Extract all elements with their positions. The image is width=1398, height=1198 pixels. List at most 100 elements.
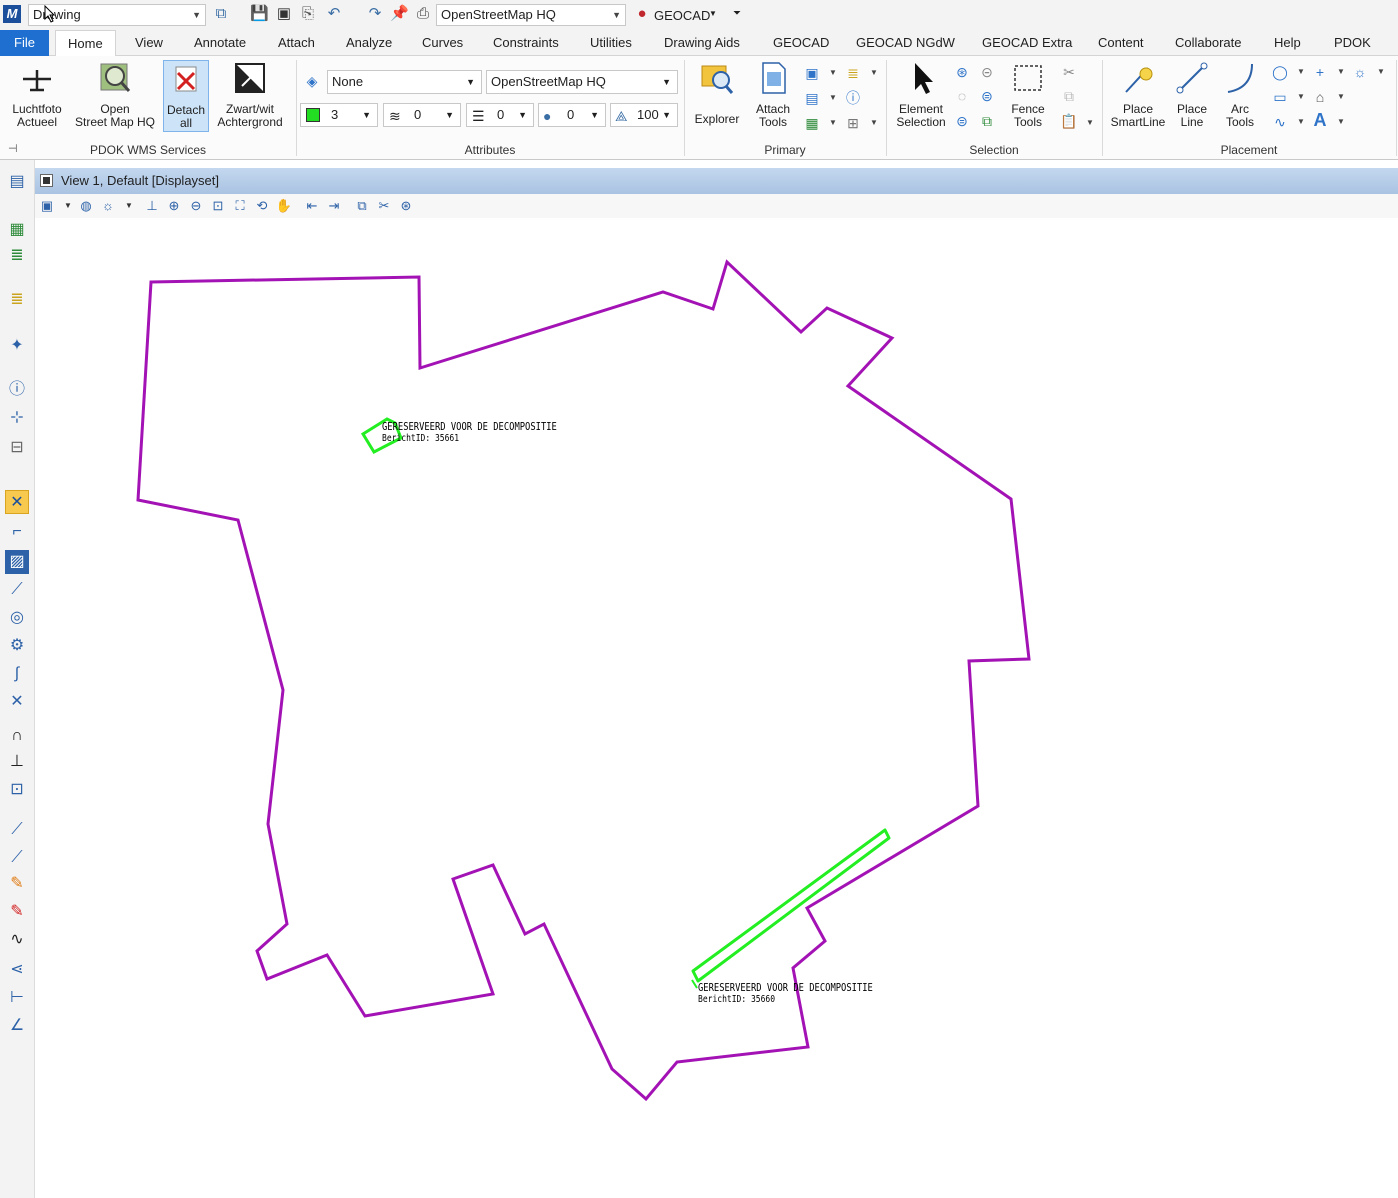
chevron-down-icon[interactable]: ▼	[59, 197, 77, 215]
smartline-light-icon[interactable]: ⟋	[5, 818, 29, 842]
copy-view-icon[interactable]: ⧉	[353, 197, 371, 215]
place-line-button[interactable]: Place Line	[1172, 60, 1212, 129]
priority-picker[interactable]: ⟁ 100 ▼	[610, 103, 678, 127]
clip-mask-icon[interactable]: ⊛	[397, 197, 415, 215]
transparency-picker[interactable]: ● 0 ▼	[538, 103, 606, 127]
key-in-icon[interactable]: ⊞	[844, 114, 862, 132]
geocad-label[interactable]: GEOCAD	[654, 8, 710, 23]
chevron-down-icon[interactable]: ▼	[1297, 92, 1305, 101]
chevron-down-icon[interactable]: ▼	[870, 118, 878, 127]
color-picker[interactable]: 3 ▼	[300, 103, 378, 127]
pan-view-icon[interactable]: ✋	[275, 197, 293, 215]
reserved-area-strip[interactable]	[691, 828, 891, 983]
circle-tool-icon[interactable]: ◎	[5, 606, 29, 630]
fence-tools-button[interactable]: Fence Tools	[1003, 60, 1053, 129]
chevron-down-icon[interactable]: ▼	[1337, 117, 1345, 126]
sun-icon[interactable]: ☼	[1351, 63, 1369, 81]
properties-icon[interactable]: ⓘ	[844, 89, 862, 107]
chevron-down-icon[interactable]: ▼	[120, 197, 138, 215]
annotation-label[interactable]: GERESERVEERD VOOR DE DECOMPOSITIE Berich…	[382, 421, 557, 445]
active-model-dropdown[interactable]: OpenStreetMap HQ ▼	[486, 70, 678, 94]
tab-content[interactable]: Content	[1098, 30, 1144, 56]
gear-tool-icon[interactable]: ⚙	[5, 634, 29, 658]
element-selection-button[interactable]: Element Selection	[893, 60, 949, 129]
point-icon[interactable]: +	[1311, 63, 1329, 81]
chevron-down-icon[interactable]: ▼	[870, 68, 878, 77]
drawing-canvas[interactable]: GERESERVEERD VOOR DE DECOMPOSITIE Berich…	[35, 218, 1398, 1198]
element-selection-tool-icon[interactable]: ✕	[5, 490, 29, 514]
view-attributes-icon[interactable]: ▣	[38, 197, 56, 215]
arch-tool-icon[interactable]: ∩	[5, 724, 29, 748]
explorer-button[interactable]: Explorer	[690, 60, 744, 126]
line-point-icon[interactable]: ⟋	[5, 846, 29, 870]
wave-curve-icon[interactable]: ∿	[5, 928, 29, 952]
chevron-down-icon[interactable]: ▼	[829, 93, 837, 102]
window-area-icon[interactable]: ⊡	[209, 197, 227, 215]
document-icon[interactable]: ▤	[5, 170, 29, 194]
move-tool-icon[interactable]: ⊹	[5, 406, 29, 430]
attach-tools-button[interactable]: Attach Tools	[749, 60, 797, 129]
text-numbering-icon[interactable]: ⊟	[5, 436, 29, 460]
magic-select-icon[interactable]: ✦	[5, 334, 29, 358]
tab-pdok[interactable]: PDOK	[1334, 30, 1371, 56]
circle-icon[interactable]: ◯	[1271, 63, 1289, 81]
curve-tool-icon[interactable]: ∫	[5, 662, 29, 686]
geocad-logo-icon[interactable]: ●	[633, 5, 651, 23]
zwart-wit-achtergrond-button[interactable]: Zwart/wit Achtergrond	[212, 60, 288, 129]
copy-icon[interactable]: ⧉	[1060, 87, 1078, 105]
luchtfoto-actueel-button[interactable]: Luchtfoto Actueel	[6, 60, 68, 129]
chevron-down-icon[interactable]: ▼	[1297, 117, 1305, 126]
line-style-picker[interactable]: ≋ 0 ▼	[383, 103, 461, 127]
tab-geocad-ngdw[interactable]: GEOCAD NGdW	[856, 30, 955, 56]
parcel-boundary[interactable]	[136, 259, 1031, 1102]
paste-icon[interactable]: 📋	[1060, 112, 1078, 130]
detach-all-button[interactable]: Detach all	[163, 60, 209, 132]
line-weight-picker[interactable]: ☰ 0 ▼	[466, 103, 534, 127]
tab-curves[interactable]: Curves	[422, 30, 463, 56]
dimension-tool-icon[interactable]: ⊥	[5, 750, 29, 774]
shape-tool-icon[interactable]: ⊡	[5, 778, 29, 802]
model-dropdown[interactable]: OpenStreetMap HQ ▼	[436, 4, 626, 26]
save-icon[interactable]: 💾	[250, 5, 269, 23]
tab-collaborate[interactable]: Collaborate	[1175, 30, 1242, 56]
intersect-tool-icon[interactable]: ✕	[5, 690, 29, 714]
print-icon[interactable]: ⎙	[414, 5, 432, 23]
chevron-down-icon[interactable]: ▼	[829, 118, 837, 127]
info-icon[interactable]: ⓘ	[5, 378, 29, 402]
select-by-attributes-icon[interactable]: ⊜	[953, 112, 971, 130]
rectangle-icon[interactable]: ▭	[1271, 88, 1289, 106]
pen-red-icon[interactable]: ✎	[5, 900, 29, 924]
chevron-down-icon[interactable]: ▼	[1297, 67, 1305, 76]
lock-icon[interactable]: ⊝	[978, 63, 996, 81]
chevron-down-icon[interactable]: ▼	[1377, 67, 1385, 76]
angle-tool-icon[interactable]: ∠	[5, 1014, 29, 1038]
tab-analyze[interactable]: Analyze	[346, 30, 392, 56]
levels-icon[interactable]: ≣	[844, 64, 862, 82]
multi-line-icon[interactable]: ⋖	[5, 958, 29, 982]
chevron-down-icon[interactable]: ▼	[1086, 118, 1094, 127]
pen-orange-icon[interactable]: ✎	[5, 872, 29, 896]
tab-constraints[interactable]: Constraints	[493, 30, 559, 56]
scissors-icon[interactable]: ✂	[1060, 63, 1078, 81]
text-icon[interactable]: A	[1311, 111, 1329, 129]
lighting-icon[interactable]: ☼	[99, 197, 117, 215]
tab-geocad[interactable]: GEOCAD	[773, 30, 829, 56]
rotate-view-icon[interactable]: ⟲	[253, 197, 271, 215]
app-logo-icon[interactable]: M	[3, 5, 21, 23]
curve-icon[interactable]: ∿	[1271, 113, 1289, 131]
pin-icon[interactable]: 📌	[390, 5, 409, 23]
view-previous-icon[interactable]: ⇤	[303, 197, 321, 215]
references-icon[interactable]: ▤	[803, 89, 821, 107]
compress-icon[interactable]: ⎘	[299, 5, 317, 23]
levels-stack-icon[interactable]: ≣	[5, 288, 29, 312]
models-icon[interactable]: ▣	[803, 64, 821, 82]
clip-volume-icon[interactable]: ✂	[375, 197, 393, 215]
redo-icon[interactable]: ↷	[366, 5, 384, 23]
level-dropdown[interactable]: None ▼	[327, 70, 482, 94]
update-view-icon[interactable]: ⊥	[143, 197, 161, 215]
line-tool-icon[interactable]: ⟋	[5, 578, 29, 602]
view-title-bar[interactable]: View 1, Default [Displayset]	[35, 168, 1398, 194]
smartline-tool-icon[interactable]: ⌐	[5, 520, 29, 544]
tab-annotate[interactable]: Annotate	[194, 30, 246, 56]
zoom-in-icon[interactable]: ⊕	[165, 197, 183, 215]
